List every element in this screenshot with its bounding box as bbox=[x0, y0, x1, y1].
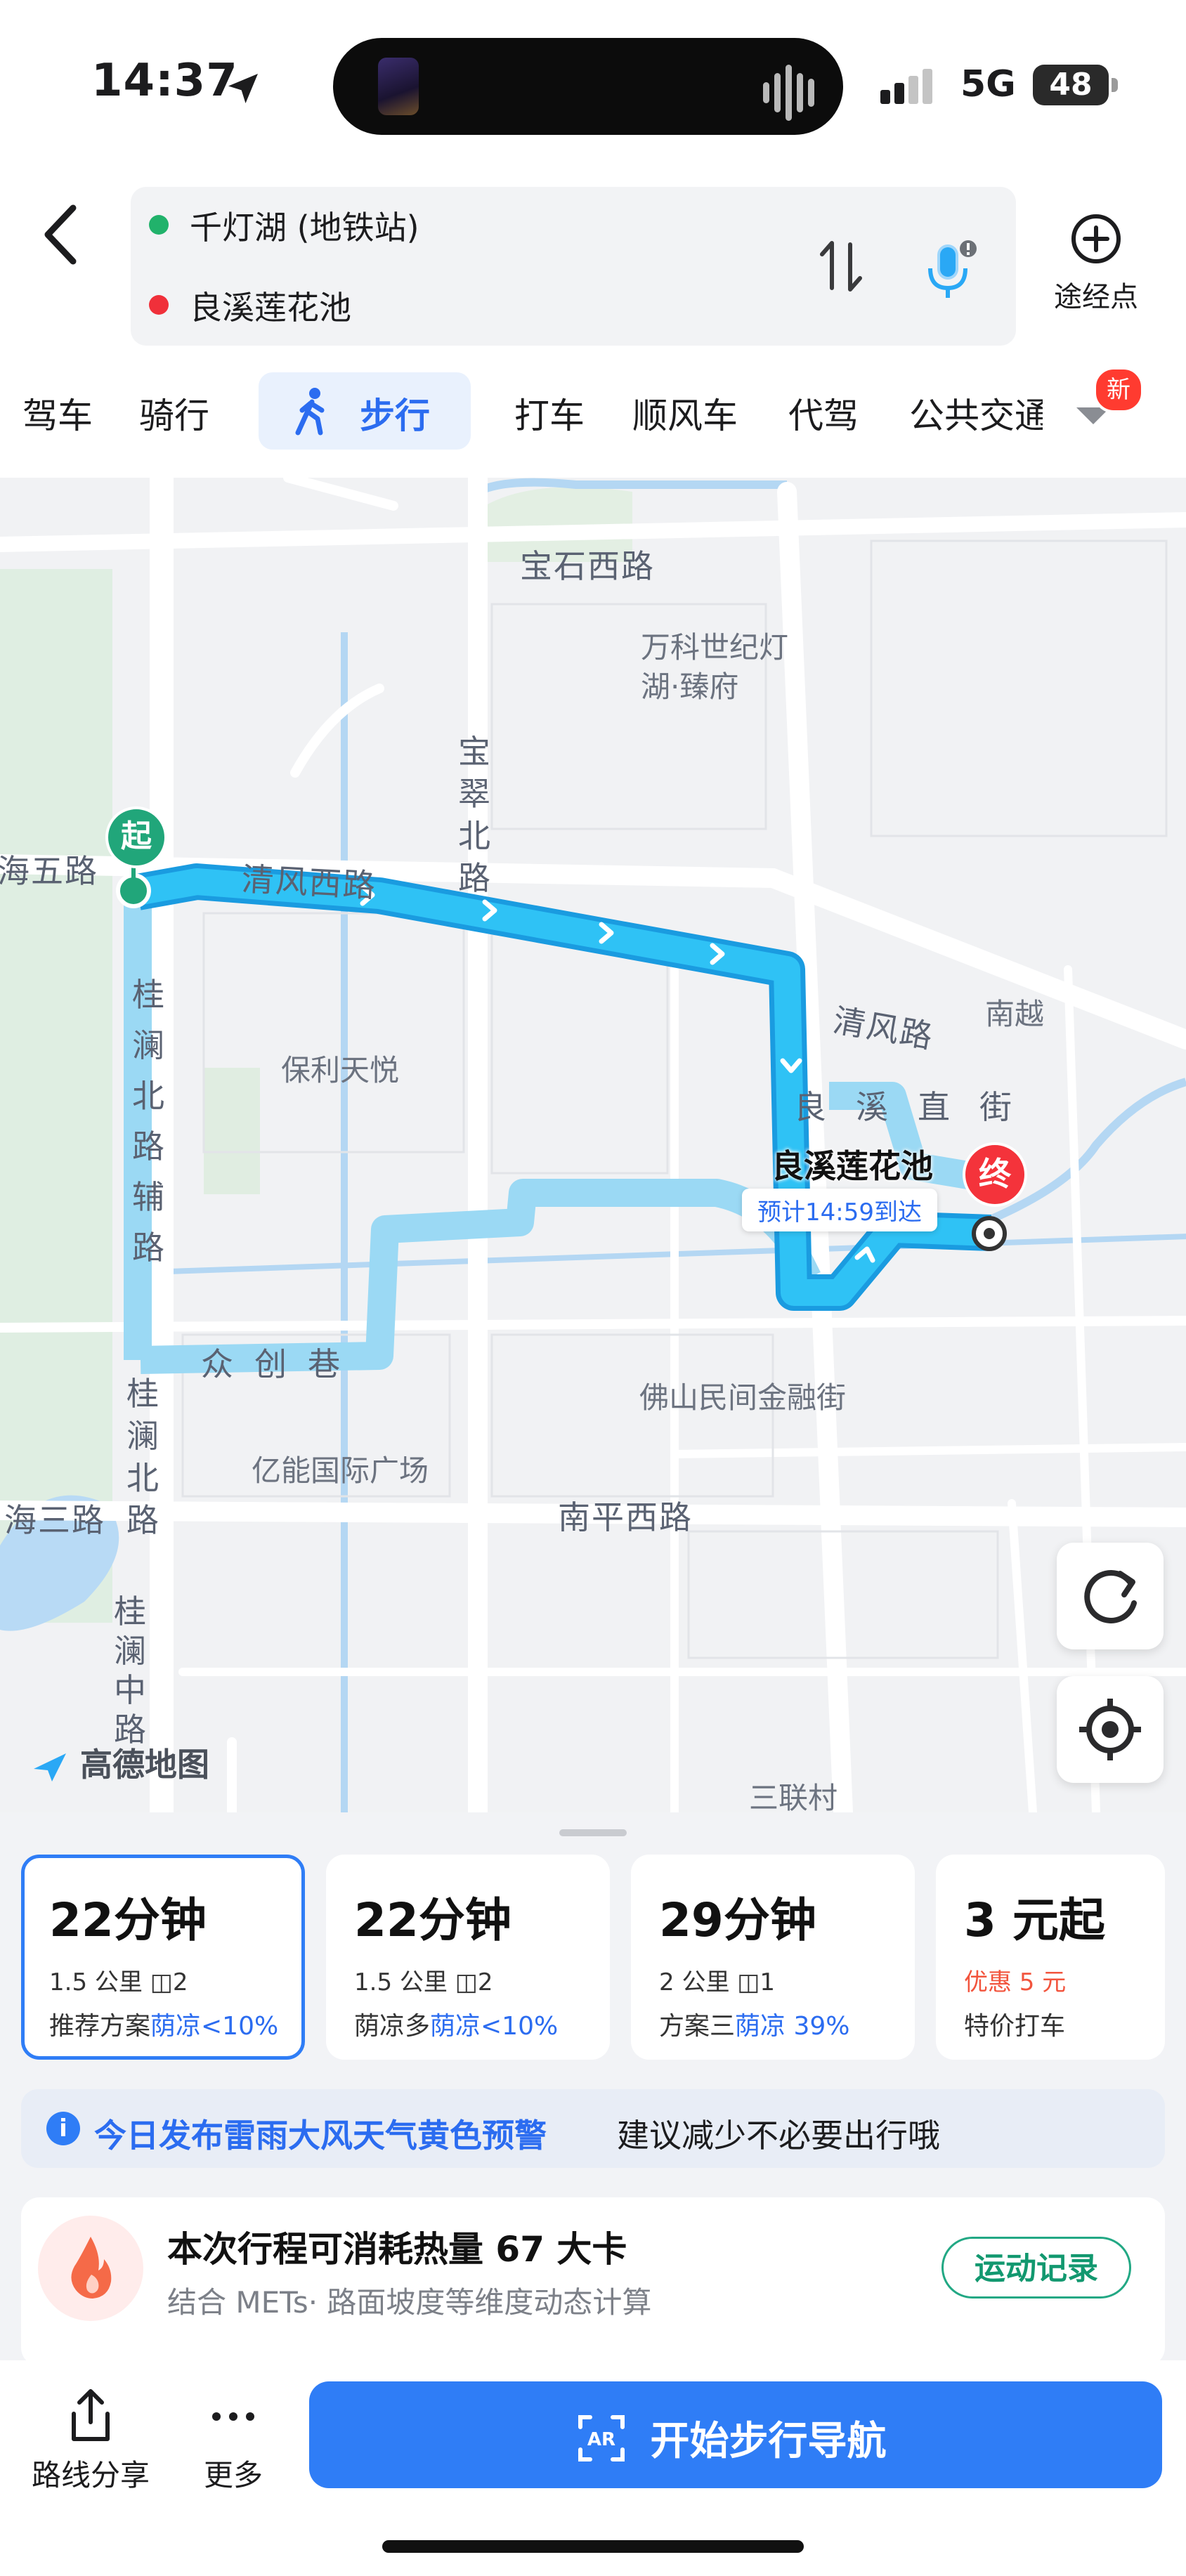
sheet-drag-handle[interactable] bbox=[559, 1829, 627, 1836]
taxi-label: 特价打车 bbox=[964, 2012, 1066, 2041]
share-route-button[interactable]: 路线分享 bbox=[31, 2386, 150, 2495]
map-label-nanping-xilu: 南平西路 bbox=[558, 1498, 693, 1536]
warning-text: 建议减少不必要出行哦 bbox=[617, 2117, 940, 2155]
exercise-record-button[interactable]: 运动记录 bbox=[941, 2237, 1131, 2299]
plus-circle-icon bbox=[1071, 214, 1121, 263]
crosshair-icon bbox=[1079, 1699, 1141, 1760]
map-label-nanyue: 南越 bbox=[985, 997, 1045, 1031]
map-label-foshan-jinrong: 佛山民间金融街 bbox=[639, 1380, 847, 1415]
share-icon bbox=[72, 2389, 110, 2441]
now-playing-artwork bbox=[378, 58, 419, 115]
route-option-card[interactable]: 29分钟 2 公里 ◫1 方案三荫凉 39% bbox=[631, 1855, 915, 2060]
route-option-card[interactable]: 22分钟 1.5 公里 ◫2 荫凉多荫凉<10% bbox=[326, 1855, 610, 2060]
map-label-baoli-tianyue: 保利天悦 bbox=[281, 1053, 400, 1087]
route-option-card[interactable]: 22分钟 1.5 公里 ◫2 推荐方案荫凉<10% bbox=[21, 1855, 305, 2060]
waypoint-label: 途经点 bbox=[1054, 281, 1138, 313]
swap-route-icon[interactable] bbox=[816, 237, 866, 295]
start-pin[interactable]: 起 bbox=[105, 806, 167, 868]
route-option-time: 29分钟 bbox=[659, 1893, 816, 1947]
map-label-guilan-zhonglu: 桂澜中路 bbox=[114, 1593, 146, 1748]
tab-public-transit[interactable]: 公共交通 bbox=[909, 388, 1043, 438]
back-arrow-icon[interactable] bbox=[37, 200, 86, 270]
warning-title: 今日发布雷雨大风天气黄色预警 bbox=[94, 2117, 547, 2155]
location-arrow-icon bbox=[228, 74, 258, 103]
refresh-route-button[interactable] bbox=[1057, 1543, 1164, 1649]
battery-level: 48 bbox=[1033, 65, 1109, 105]
taxi-price: 3 元起 bbox=[964, 1893, 1105, 1947]
more-button[interactable]: 更多 bbox=[191, 2386, 275, 2495]
tab-designated-driver[interactable]: 代驾 bbox=[788, 388, 859, 438]
ar-icon: AR bbox=[578, 2414, 625, 2461]
tab-drive[interactable]: 驾车 bbox=[22, 388, 93, 438]
route-option-distance: 2 公里 ◫1 bbox=[659, 1968, 776, 1996]
map-label-qingfeng-xilu: 清风西路 bbox=[240, 860, 378, 905]
amap-logo: 高德地图 bbox=[32, 1739, 209, 1786]
network-type: 5G bbox=[960, 63, 1016, 105]
add-waypoint-button[interactable]: 途经点 bbox=[1040, 211, 1152, 315]
weather-warning-banner[interactable]: i 今日发布雷雨大风天气黄色预警 建议减少不必要出行哦 bbox=[21, 2089, 1165, 2168]
taxi-option-card[interactable]: 3 元起 优惠 5 元 特价打车 bbox=[936, 1855, 1165, 2060]
origin-field[interactable]: 千灯湖 (地铁站) bbox=[190, 202, 419, 249]
start-button-label: 开始步行导航 bbox=[650, 2419, 887, 2464]
traffic-light-icon: ◫ bbox=[150, 1968, 173, 1996]
walking-person-icon bbox=[295, 388, 325, 436]
info-icon: i bbox=[46, 2112, 80, 2145]
calorie-title: 本次行程可消耗热量 67 大卡 bbox=[167, 2229, 627, 2270]
locate-me-button[interactable] bbox=[1057, 1676, 1164, 1783]
eta-label: 预计14:59到达 bbox=[742, 1189, 937, 1231]
status-time: 14:37 bbox=[91, 55, 238, 107]
route-option-tag: 推荐方案荫凉<10% bbox=[49, 2012, 279, 2041]
destination-label: 良溪莲花池 bbox=[771, 1147, 933, 1185]
home-indicator[interactable] bbox=[382, 2540, 804, 2553]
audio-wave-icon bbox=[763, 65, 819, 121]
travel-mode-tabs: 驾车 骑行 步行 打车 顺风车 代驾 公共交通 bbox=[0, 372, 1186, 450]
map-label-wanke: 万科世纪灯湖·臻府 bbox=[641, 630, 789, 704]
route-option-distance: 1.5 公里 ◫2 bbox=[49, 1968, 188, 1996]
tab-walk-label: 步行 bbox=[360, 395, 430, 436]
voice-input-icon[interactable] bbox=[913, 235, 984, 305]
amap-logo-text: 高德地图 bbox=[80, 1746, 210, 1784]
destination-field[interactable]: 良溪莲花池 bbox=[190, 282, 351, 329]
tab-carpool[interactable]: 顺风车 bbox=[632, 388, 738, 438]
start-button-content: AR 开始步行导航 bbox=[576, 2410, 887, 2466]
map-view[interactable]: 宝石西路 万科世纪灯湖·臻府 宝翠北路 清风西路 海五路 清风路 南越 桂澜北路… bbox=[0, 478, 1186, 1812]
map-label-guilan-beilu: 桂澜北路 bbox=[126, 1375, 159, 1539]
origin-dot bbox=[149, 215, 169, 235]
share-label: 路线分享 bbox=[31, 2458, 150, 2492]
tab-cycle[interactable]: 骑行 bbox=[139, 388, 209, 438]
route-input-box[interactable]: 千灯湖 (地铁站) 良溪莲花池 bbox=[131, 187, 1016, 346]
traffic-light-icon: ◫ bbox=[455, 1968, 478, 1996]
route-option-tag: 方案三荫凉 39% bbox=[659, 2012, 850, 2041]
calorie-card: 本次行程可消耗热量 67 大卡 结合 METs· 路面坡度等维度动态计算 运动记… bbox=[21, 2197, 1165, 2366]
battery-tip bbox=[1112, 78, 1118, 92]
start-walking-navigation-button[interactable]: AR 开始步行导航 bbox=[309, 2381, 1162, 2488]
cellular-signal-icon bbox=[880, 69, 937, 104]
tab-taxi[interactable]: 打车 bbox=[514, 388, 585, 438]
svg-text:AR: AR bbox=[587, 2429, 615, 2450]
refresh-icon bbox=[1084, 1570, 1137, 1623]
route-option-tag: 荫凉多荫凉<10% bbox=[354, 2012, 559, 2041]
route-option-time: 22分钟 bbox=[49, 1893, 207, 1947]
map-label-yineng: 亿能国际广场 bbox=[252, 1453, 429, 1488]
map-label-baoshi-xilu: 宝石西路 bbox=[520, 547, 655, 585]
map-label-haiwu-lu: 海五路 bbox=[0, 852, 98, 890]
new-badge: 新 bbox=[1093, 367, 1144, 413]
map-label-haisan-lu: 海三路 bbox=[4, 1501, 105, 1539]
map-label-sanlian: 三联村 bbox=[749, 1781, 838, 1812]
map-label-guilan-beilu-fudao: 桂澜北路辅路 bbox=[132, 976, 164, 1267]
end-pin[interactable]: 终 bbox=[963, 1142, 1027, 1207]
route-option-time: 22分钟 bbox=[354, 1893, 511, 1947]
map-label-liangxi-zhijie: 良溪直街 bbox=[794, 1088, 1041, 1126]
more-label: 更多 bbox=[203, 2458, 263, 2492]
taxi-discount: 优惠 5 元 bbox=[964, 1968, 1067, 1996]
traffic-light-icon: ◫ bbox=[737, 1968, 760, 1996]
map-label-zhongchuang-xiang: 众创巷 bbox=[201, 1345, 361, 1383]
amap-logo-icon bbox=[34, 1753, 66, 1781]
more-dots-icon bbox=[212, 2412, 254, 2421]
fire-icon bbox=[38, 2216, 143, 2321]
map-label-baocui-beilu: 宝翠北路 bbox=[458, 733, 490, 897]
route-option-distance: 1.5 公里 ◫2 bbox=[354, 1968, 493, 1996]
destination-dot bbox=[149, 295, 169, 315]
calorie-subtitle: 结合 METs· 路面坡度等维度动态计算 bbox=[167, 2285, 652, 2320]
